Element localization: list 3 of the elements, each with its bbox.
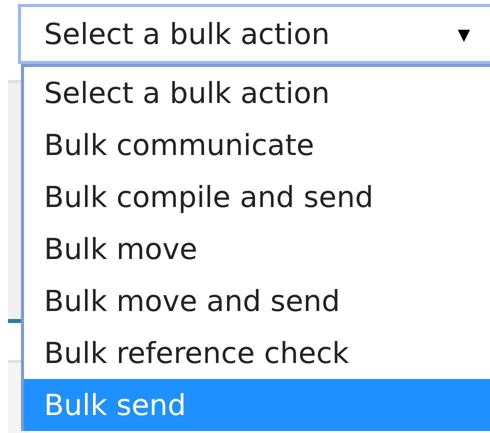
select-value: Select a bulk action (44, 17, 330, 51)
bulk-action-select[interactable]: Select a bulk action ▼ (18, 4, 490, 64)
caret-icon: ▼ (458, 24, 470, 44)
